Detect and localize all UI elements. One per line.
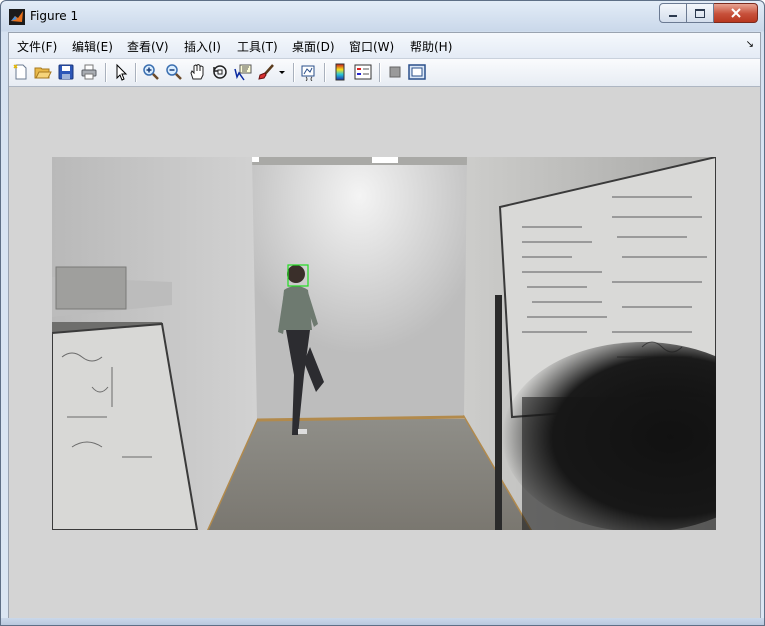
menu-view[interactable]: 查看(V) [127, 38, 169, 55]
brush-dropdown-icon[interactable] [277, 63, 287, 81]
maximize-icon [695, 8, 705, 18]
menu-bar: 文件(F) 编辑(E) 查看(V) 插入(I) 工具(T) 桌面(D) 窗口(W… [9, 33, 760, 59]
open-file-icon[interactable] [34, 63, 52, 81]
zoom-out-icon[interactable] [165, 63, 183, 81]
close-icon [730, 8, 741, 18]
menu-tools[interactable]: 工具(T) [237, 38, 278, 55]
new-figure-icon[interactable] [12, 63, 30, 81]
image-axes[interactable] [52, 157, 716, 530]
rotate-3d-icon[interactable] [211, 63, 229, 81]
menu-help[interactable]: 帮助(H) [410, 38, 452, 55]
data-cursor-icon[interactable] [234, 63, 252, 81]
toolbar-separator [135, 63, 136, 82]
menu-file[interactable]: 文件(F) [17, 38, 57, 55]
title-bar[interactable]: Figure 1 [1, 1, 764, 31]
minimize-button[interactable] [659, 3, 687, 23]
matlab-logo-icon [9, 9, 25, 25]
zoom-in-icon[interactable] [142, 63, 160, 81]
hide-plot-tools-icon[interactable] [386, 63, 404, 81]
pan-icon[interactable] [188, 63, 206, 81]
menu-insert[interactable]: 插入(I) [184, 38, 221, 55]
toolbar-separator [105, 63, 106, 82]
insert-legend-icon[interactable] [354, 63, 372, 81]
window-title: Figure 1 [30, 9, 79, 23]
maximize-button[interactable] [687, 3, 714, 23]
show-plot-tools-icon[interactable] [408, 63, 426, 81]
edit-plot-icon[interactable] [112, 63, 130, 81]
figure-client-area: 文件(F) 编辑(E) 查看(V) 插入(I) 工具(T) 桌面(D) 窗口(W… [8, 32, 761, 619]
menu-desktop[interactable]: 桌面(D) [292, 38, 335, 55]
window-bottom-border [1, 618, 764, 625]
save-icon[interactable] [57, 63, 75, 81]
menu-window[interactable]: 窗口(W) [349, 38, 394, 55]
insert-colorbar-icon[interactable] [331, 63, 349, 81]
link-plot-icon[interactable] [300, 63, 318, 81]
figure-window: Figure 1 文件(F) 编辑(E) 查看(V) 插入(I) 工具(T) 桌… [0, 0, 765, 626]
close-button[interactable] [714, 3, 758, 23]
menu-edit[interactable]: 编辑(E) [72, 38, 113, 55]
toolbar-separator [379, 63, 380, 82]
brush-icon[interactable] [257, 63, 275, 81]
toolbar-separator [293, 63, 294, 82]
minimize-icon [669, 15, 677, 17]
figure-toolbar [9, 59, 760, 87]
print-icon[interactable] [80, 63, 98, 81]
toolbar-separator [324, 63, 325, 82]
window-controls [659, 3, 758, 23]
dock-arrow-icon[interactable]: ↘ [746, 39, 754, 50]
camera-image [52, 157, 716, 530]
